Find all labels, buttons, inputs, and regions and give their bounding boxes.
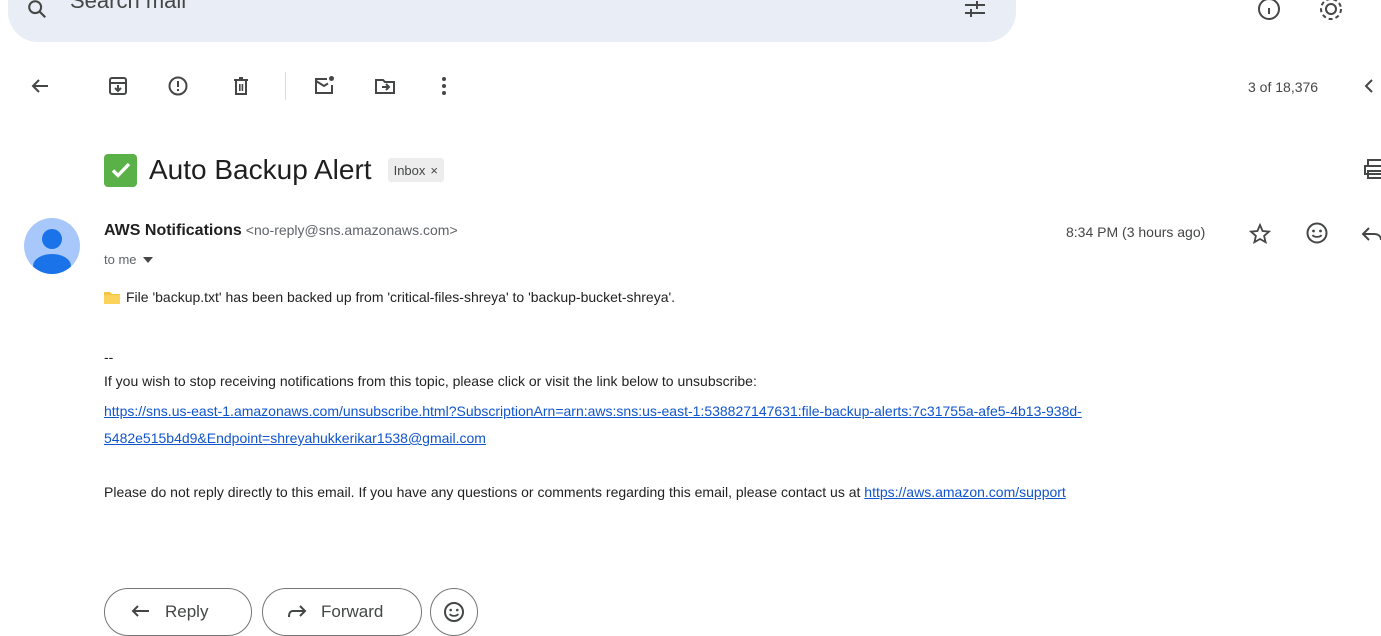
caret-down-icon[interactable] <box>142 256 153 263</box>
smiley-icon <box>442 600 466 624</box>
search-input[interactable]: Search mail <box>70 0 186 16</box>
backup-message: File 'backup.txt' has been backed up fro… <box>126 289 676 305</box>
reply-icon <box>131 604 151 620</box>
unsubscribe-text: If you wish to stop receiving notificati… <box>104 373 757 389</box>
remove-label-icon[interactable]: × <box>430 163 438 178</box>
forward-button[interactable]: Forward <box>262 588 422 636</box>
check-mark-icon <box>104 153 137 187</box>
back-arrow-icon[interactable] <box>28 74 52 98</box>
sender-name[interactable]: AWS Notifications <box>104 222 242 239</box>
forward-label: Forward <box>321 602 384 621</box>
search-bar[interactable]: Search mail <box>8 0 1016 42</box>
sender-email: <no-reply@sns.amazonaws.com> <box>245 222 458 238</box>
unsubscribe-link-line-1[interactable]: https://sns.us-east-1.amazonaws.com/unsu… <box>104 403 1082 419</box>
report-spam-icon[interactable] <box>166 74 190 98</box>
sender-line: AWS Notifications <no-reply@sns.amazonaws… <box>104 222 458 240</box>
emoji-react-button[interactable] <box>430 588 478 636</box>
unsubscribe-link-line-2[interactable]: 5482e515b4d9&Endpoint=shreyahukkerikar15… <box>104 430 486 446</box>
inbox-label-chip[interactable]: Inbox × <box>387 158 444 182</box>
email-timestamp: 8:34 PM (3 hours ago) <box>1066 224 1206 240</box>
emoji-reaction-icon[interactable] <box>1304 220 1330 246</box>
reply-label: Reply <box>165 602 209 621</box>
message-counter: 3 of 18,376 <box>1248 79 1319 95</box>
support-link[interactable]: https://aws.amazon.com/support <box>864 484 1066 500</box>
star-icon[interactable] <box>1248 222 1272 246</box>
reply-button[interactable]: Reply <box>104 588 252 636</box>
settings-gear-icon[interactable] <box>1318 0 1344 22</box>
avatar[interactable] <box>24 218 80 274</box>
search-icon[interactable] <box>26 0 48 20</box>
unsubscribe-link-continued[interactable]: 5482e515b4d9&Endpoint=shreyahukkerikar15… <box>104 430 486 446</box>
recipient-details-toggle[interactable]: to me <box>104 252 153 267</box>
support-line: Please do not reply directly to this ema… <box>104 484 1066 500</box>
subject-row: Auto Backup Alert Inbox × <box>104 150 444 190</box>
toolbar-divider <box>285 72 286 100</box>
reply-arrow-icon[interactable] <box>1360 222 1381 244</box>
chevron-left-icon[interactable] <box>1360 76 1378 96</box>
forward-icon <box>287 604 307 620</box>
recipient-text: to me <box>104 252 137 267</box>
label-text: Inbox <box>393 162 426 178</box>
search-options-icon[interactable] <box>963 0 987 22</box>
unsubscribe-link[interactable]: https://sns.us-east-1.amazonaws.com/unsu… <box>104 403 1082 419</box>
email-subject: Auto Backup Alert <box>149 154 372 185</box>
folder-icon <box>104 291 120 304</box>
print-icon[interactable] <box>1364 158 1381 180</box>
support-text: Please do not reply directly to this ema… <box>104 484 865 500</box>
trash-icon[interactable] <box>229 74 253 98</box>
mark-unread-icon[interactable] <box>312 74 336 98</box>
archive-icon[interactable] <box>106 74 130 98</box>
signature-separator: -- <box>104 349 114 365</box>
move-to-folder-icon[interactable] <box>373 74 397 98</box>
body-line-1: File 'backup.txt' has been backed up fro… <box>104 289 675 305</box>
help-icon[interactable] <box>1256 0 1282 22</box>
more-vertical-icon[interactable] <box>432 74 456 98</box>
